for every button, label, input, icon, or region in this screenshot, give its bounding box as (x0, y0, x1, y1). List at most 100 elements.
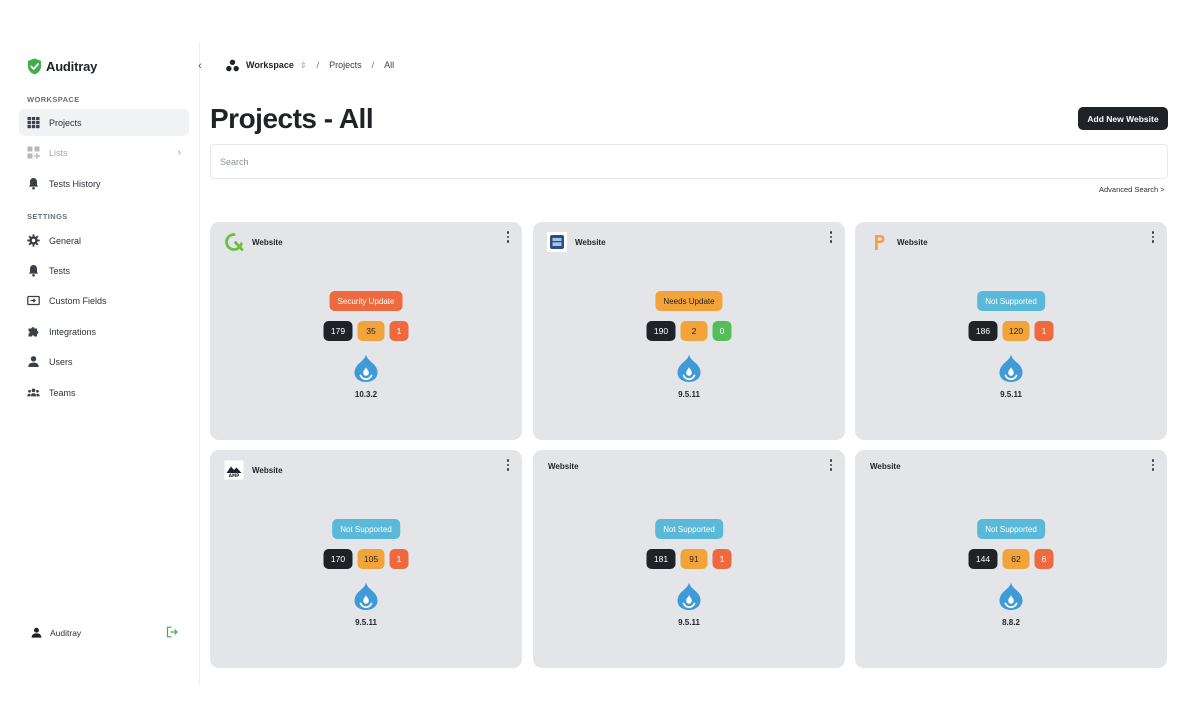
issue-counts: 179 35 1 (323, 321, 409, 341)
more-options-icon[interactable] (828, 458, 834, 472)
puzzle-icon (27, 325, 40, 338)
cms-version: 9.5.11 (355, 618, 377, 627)
sidebar-item-label: Tests (49, 265, 71, 276)
more-options-icon[interactable] (1150, 230, 1156, 244)
project-card[interactable]: Website Needs Update 190 2 0 9.5.11 (533, 222, 845, 440)
project-card[interactable]: AMP Website Not Supported 170 105 1 9.5.… (210, 450, 522, 668)
more-options-icon[interactable] (505, 230, 511, 244)
drupal-icon (353, 353, 379, 383)
breadcrumb-separator: / (316, 60, 320, 70)
sidebar-item-label: Tests History (49, 178, 101, 189)
drupal-icon (998, 353, 1024, 383)
count-badge-total: 179 (323, 321, 353, 341)
app-logo[interactable]: Auditray (27, 58, 97, 75)
cms-version: 8.8.2 (1002, 618, 1020, 627)
amp-logo: AMP (224, 460, 244, 480)
add-new-website-button[interactable]: Add New Website (1078, 107, 1168, 130)
count-badge-critical: 1 (712, 549, 732, 569)
breadcrumb-projects[interactable]: Projects (329, 60, 362, 70)
user-icon (27, 355, 40, 368)
sidebar-item-projects[interactable]: Projects (19, 109, 189, 136)
sidebar-item-tests[interactable]: Tests (19, 257, 189, 284)
breadcrumb-separator: / (371, 60, 375, 70)
bell-icon (27, 264, 40, 277)
sidebar-item-label: Users (49, 356, 73, 367)
status-badge: Needs Update (655, 291, 723, 311)
status-badge: Not Supported (655, 519, 723, 539)
sidebar-item-lists[interactable]: Lists › (19, 139, 189, 166)
sidebar: Auditray ‹ WORKSPACE Projects Lists › Te… (0, 42, 202, 685)
current-user[interactable]: Auditray (31, 627, 81, 638)
website-name[interactable]: Website (252, 238, 283, 247)
gear-icon (27, 234, 40, 247)
count-badge-total: 144 (968, 549, 998, 569)
shield-check-icon (27, 58, 42, 75)
sidebar-item-label: Custom Fields (49, 295, 107, 306)
count-badge-warnings: 120 (1002, 321, 1030, 341)
website-name[interactable]: Website (548, 462, 579, 471)
issue-counts: 170 105 1 (323, 549, 409, 569)
drupal-icon (676, 353, 702, 383)
project-card[interactable]: Website Not Supported 181 91 1 9.5.11 (533, 450, 845, 668)
more-options-icon[interactable] (1150, 458, 1156, 472)
website-name[interactable]: Website (897, 238, 928, 247)
logout-icon[interactable] (166, 626, 178, 638)
cms-version: 9.5.11 (678, 390, 700, 399)
drupal-icon (676, 581, 702, 611)
more-options-icon[interactable] (505, 458, 511, 472)
chevron-right-icon: › (177, 147, 181, 158)
status-badge: Not Supported (332, 519, 400, 539)
sidebar-item-label: Integrations (49, 326, 97, 337)
project-card[interactable]: Website Not Supported 144 62 6 8.8.2 (855, 450, 1167, 668)
chevron-up-down-icon[interactable]: ⇕ (300, 61, 307, 70)
count-badge-critical: 0 (712, 321, 732, 341)
status-badge: Not Supported (977, 291, 1045, 311)
issue-counts: 186 120 1 (968, 321, 1054, 341)
sidebar-item-teams[interactable]: Teams (19, 379, 189, 406)
card-header: Website (548, 456, 579, 476)
issue-counts: 190 2 0 (646, 321, 732, 341)
breadcrumb-workspace[interactable]: Workspace (246, 60, 294, 70)
sidebar-item-integrations[interactable]: Integrations (19, 318, 189, 345)
count-badge-warnings: 105 (357, 549, 385, 569)
user-icon (31, 627, 42, 638)
sidebar-item-general[interactable]: General (19, 227, 189, 254)
status-badge: Not Supported (977, 519, 1045, 539)
card-header: Website (869, 232, 928, 252)
count-badge-critical: 1 (389, 321, 409, 341)
issue-counts: 144 62 6 (968, 549, 1054, 569)
website-name[interactable]: Website (575, 238, 606, 247)
drupal-icon (353, 581, 379, 611)
sidebar-item-users[interactable]: Users (19, 348, 189, 375)
breadcrumb-current: All (384, 60, 395, 70)
count-badge-critical: 6 (1034, 549, 1054, 569)
page-title: Projects - All (210, 103, 374, 134)
sidebar-item-tests-history[interactable]: Tests History (19, 170, 189, 197)
issue-counts: 181 91 1 (646, 549, 732, 569)
advanced-search-link[interactable]: Advanced Search > (1099, 185, 1165, 194)
count-badge-critical: 1 (389, 549, 409, 569)
count-badge-warnings: 2 (680, 321, 708, 341)
grid-plus-icon (27, 146, 40, 159)
project-card[interactable]: Website Not Supported 186 120 1 9.5.11 (855, 222, 1167, 440)
workspace-icon (226, 59, 239, 71)
cms-version: 9.5.11 (1000, 390, 1022, 399)
count-badge-warnings: 62 (1002, 549, 1030, 569)
input-field-icon (27, 294, 40, 307)
cms-version: 10.3.2 (354, 390, 378, 399)
green-q-logo (224, 232, 244, 252)
settings-section-label: SETTINGS (27, 212, 68, 221)
count-badge-total: 170 (323, 549, 353, 569)
more-options-icon[interactable] (828, 230, 834, 244)
count-badge-total: 186 (968, 321, 998, 341)
search-input[interactable] (210, 144, 1168, 179)
workspace-section-label: WORKSPACE (27, 95, 80, 104)
website-name[interactable]: Website (870, 462, 901, 471)
project-card[interactable]: Website Security Update 179 35 1 10.3.2 (210, 222, 522, 440)
count-badge-total: 190 (646, 321, 676, 341)
bell-icon (27, 177, 40, 190)
collapse-sidebar-icon[interactable]: ‹ (195, 60, 205, 72)
sidebar-item-custom-fields[interactable]: Custom Fields (19, 287, 189, 314)
website-name[interactable]: Website (252, 466, 283, 475)
user-name: Auditray (50, 627, 82, 638)
